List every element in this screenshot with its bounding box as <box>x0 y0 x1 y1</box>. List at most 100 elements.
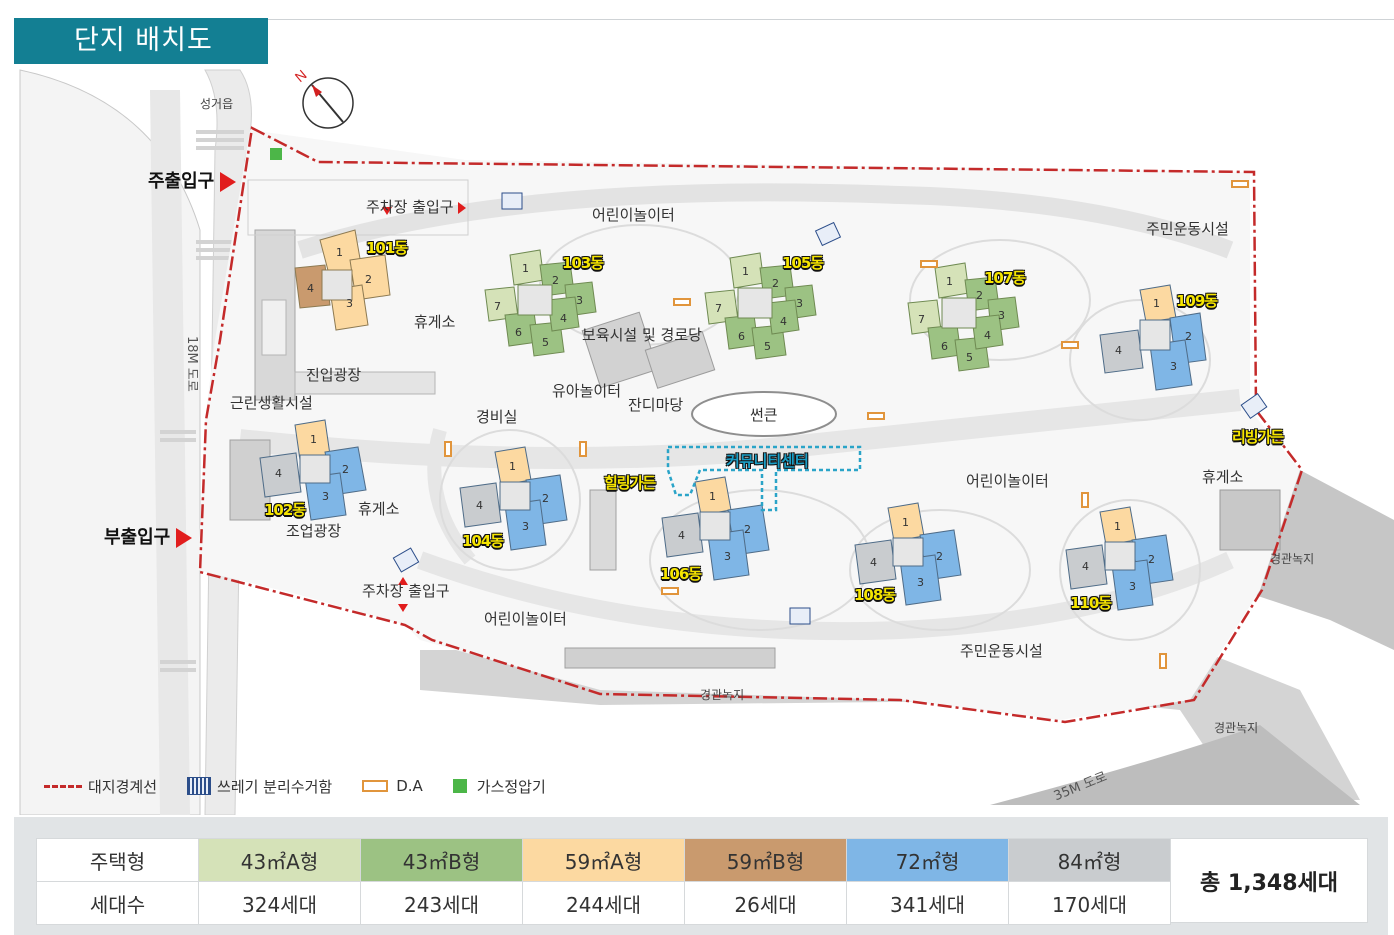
svg-text:2: 2 <box>772 277 779 290</box>
svg-text:3: 3 <box>1170 360 1177 373</box>
rest-area-right-label: 휴게소 <box>1202 468 1244 486</box>
svg-text:1: 1 <box>310 433 317 446</box>
building-105-label: 105동 <box>782 254 824 272</box>
building-101-label: 101동 <box>366 239 408 257</box>
svg-text:1: 1 <box>742 265 749 278</box>
svg-text:2: 2 <box>744 523 751 536</box>
community-center-label: 커뮤니티센터 <box>726 452 809 470</box>
count-43a: 324세대 <box>198 881 361 925</box>
type-43b: 43㎡B형 <box>360 838 523 882</box>
building-102-label: 102동 <box>264 501 306 519</box>
svg-text:3: 3 <box>917 576 924 589</box>
landscape-corner-label: 경관녹지 <box>1214 721 1259 735</box>
legend-trash: 쓰레기 분리수거함 <box>187 776 332 797</box>
svg-text:4: 4 <box>984 329 991 342</box>
building-110-label: 110동 <box>1070 594 1112 612</box>
svg-text:4: 4 <box>870 556 877 569</box>
legend-gas-label: 가스정압기 <box>476 777 546 796</box>
entry-plaza-label: 진입광장 <box>306 366 362 384</box>
svg-text:3: 3 <box>1129 580 1136 593</box>
svg-text:2: 2 <box>1148 553 1155 566</box>
living-garden-label: 리빙가든 <box>1232 428 1284 446</box>
building-103-label: 103동 <box>562 254 604 272</box>
total-units: 총 1,348세대 <box>1170 838 1368 923</box>
legend-trash-label: 쓰레기 분리수거함 <box>217 777 333 796</box>
building-104-label: 104동 <box>462 532 504 550</box>
unit-type-table: 주택형 43㎡A형 43㎡B형 59㎡A형 59㎡B형 72㎡형 84㎡형 세대… <box>36 838 1171 925</box>
svg-text:4: 4 <box>476 499 483 512</box>
svg-text:2: 2 <box>542 492 549 505</box>
svg-text:4: 4 <box>678 529 685 542</box>
resident-sports-bottom-label: 주민운동시설 <box>960 642 1043 660</box>
svg-text:3: 3 <box>998 309 1005 322</box>
svg-text:3: 3 <box>346 297 353 310</box>
parking-entrance-top-arrow-icon <box>457 201 466 214</box>
parking-entrance-bottom-label: 주차장 출입구 <box>362 582 450 600</box>
svg-text:5: 5 <box>764 340 771 353</box>
svg-text:2: 2 <box>976 289 983 302</box>
legend-boundary: 대지경계선 <box>44 776 157 797</box>
gas-regulator-icon <box>452 779 467 793</box>
count-84: 170세대 <box>1008 881 1171 925</box>
lawn-yard-label: 잔디마당 <box>628 396 684 414</box>
kids-playground-label: 유아놀이터 <box>552 382 622 400</box>
svg-text:4: 4 <box>307 282 314 295</box>
type-72: 72㎡형 <box>846 838 1009 882</box>
site-map: N 1234 1234567 1234567 1234567 1234 1234… <box>19 66 1394 815</box>
svg-text:6: 6 <box>941 340 948 353</box>
sub-entrance-text: 부출입구 <box>104 527 171 548</box>
neighborhood-facility-label: 근린생활시설 <box>230 394 313 412</box>
svg-text:4: 4 <box>275 467 282 480</box>
svg-text:2: 2 <box>365 273 372 286</box>
svg-text:4: 4 <box>780 315 787 328</box>
rest-area-left-label: 휴게소 <box>358 500 400 518</box>
svg-text:6: 6 <box>515 326 522 339</box>
svg-text:3: 3 <box>522 520 529 533</box>
type-43a: 43㎡A형 <box>198 838 361 882</box>
svg-text:3: 3 <box>796 297 803 310</box>
building-109-label: 109동 <box>1176 292 1218 310</box>
playground-right-label: 어린이놀이터 <box>966 472 1049 490</box>
svg-text:1: 1 <box>902 516 909 529</box>
svg-text:1: 1 <box>336 246 343 259</box>
sunken-label: 썬큰 <box>750 406 778 424</box>
svg-text:1: 1 <box>522 262 529 275</box>
svg-text:3: 3 <box>322 490 329 503</box>
svg-text:1: 1 <box>1153 297 1160 310</box>
count-43b: 243세대 <box>360 881 523 925</box>
landscape-right-label: 경관녹지 <box>1270 552 1315 566</box>
healing-garden-label: 힐링가든 <box>604 474 656 492</box>
svg-text:2: 2 <box>1185 330 1192 343</box>
guard-room-label: 경비실 <box>476 408 518 426</box>
svg-text:4: 4 <box>1115 344 1122 357</box>
count-59b: 26세대 <box>684 881 847 925</box>
row-label-type: 주택형 <box>36 838 199 882</box>
rest-area-1-label: 휴게소 <box>414 313 456 331</box>
svg-text:6: 6 <box>738 330 745 343</box>
unit-count-row: 세대수 324세대 243세대 244세대 26세대 341세대 170세대 <box>36 881 1171 925</box>
count-59a: 244세대 <box>522 881 685 925</box>
svg-text:5: 5 <box>966 351 973 364</box>
svg-text:7: 7 <box>715 302 722 315</box>
type-84: 84㎡형 <box>1008 838 1171 882</box>
playground-top-label: 어린이놀이터 <box>592 206 675 224</box>
svg-text:4: 4 <box>560 312 567 325</box>
childcare-label: 보육시설 및 경로당 <box>582 326 702 344</box>
resident-sports-top-label: 주민운동시설 <box>1146 220 1229 238</box>
road-north-label: 성거읍 <box>200 97 234 111</box>
landscape-bottom-label: 경관녹지 <box>700 688 745 702</box>
svg-text:2: 2 <box>342 463 349 476</box>
type-59a: 59㎡A형 <box>522 838 685 882</box>
trash-bin-icon <box>187 777 212 795</box>
svg-text:N: N <box>292 66 310 85</box>
main-entrance-label: 주출입구 <box>148 171 237 192</box>
svg-text:1: 1 <box>709 490 716 503</box>
legend-da-label: D.A <box>396 777 423 795</box>
legend-boundary-label: 대지경계선 <box>88 777 158 796</box>
parking-entrance-top-text: 주차장 출입구 <box>366 198 454 216</box>
map-legend: 대지경계선 쓰레기 분리수거함 D.A 가스정압기 <box>44 775 576 797</box>
main-entrance-text: 주출입구 <box>148 171 215 192</box>
svg-text:2: 2 <box>936 550 943 563</box>
svg-text:1: 1 <box>946 275 953 288</box>
building-108-label: 108동 <box>854 586 896 604</box>
